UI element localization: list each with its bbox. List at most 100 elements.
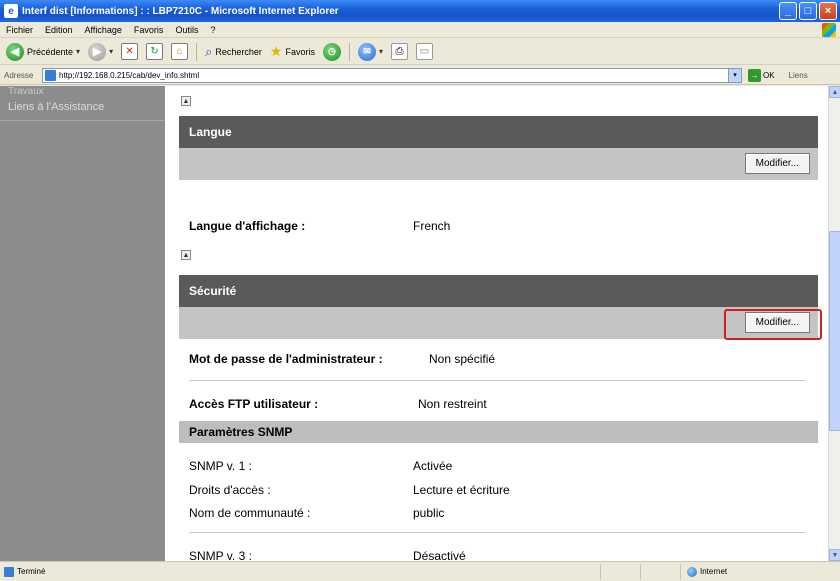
scroll-down-icon[interactable]: ▼ (829, 549, 840, 561)
row-value-admin-password: Non spécifié (429, 352, 496, 366)
toolbar-separator (196, 42, 198, 61)
section-title-securite: Sécurité (189, 284, 237, 298)
forward-dropdown-icon[interactable]: ▾ (109, 47, 113, 56)
back-button[interactable]: ◀ Précédente ▾ (4, 41, 82, 63)
section-toolbar-langue: Modifier... (179, 148, 818, 180)
address-dropdown-icon[interactable]: ▾ (728, 68, 741, 82)
print-button[interactable]: ⎙ (389, 41, 410, 63)
menu-fichier[interactable]: Fichier (6, 25, 33, 35)
go-arrow-icon: → (748, 68, 761, 82)
address-input[interactable]: http://192.168.0.215/cab/dev_info.shtml … (42, 67, 742, 83)
row-value-display-language: French (413, 219, 451, 233)
favorites-icon: ★ (269, 43, 283, 59)
section-header-securite: Sécurité (179, 275, 818, 307)
history-icon: ◷ (322, 42, 341, 61)
minimize-button[interactable]: _ (779, 2, 797, 20)
zone-label: Internet (700, 567, 728, 576)
mail-dropdown-icon[interactable]: ▾ (379, 47, 383, 56)
main-content: ▲ Langue Modifier... Langue d'affichage … (165, 86, 828, 561)
go-label: OK (763, 70, 775, 80)
search-label: Rechercher (215, 46, 262, 57)
row-divider-2 (189, 532, 806, 533)
section-header-langue: Langue (179, 116, 818, 148)
row-value-ftp-access: Non restreint (418, 397, 487, 411)
page-top-icon[interactable]: ▲ (181, 96, 191, 106)
home-button[interactable]: ⌂ (169, 41, 190, 63)
row-label-ftp-access: Accès FTP utilisateur : (189, 397, 319, 411)
toolbar: ◀ Précédente ▾ ▶ ▾ ✕ ↻ ⌂ ⌕ Rechercher ★ … (0, 39, 840, 65)
scroll-up-icon[interactable]: ▲ (829, 86, 840, 98)
favorites-label: Favoris (285, 46, 315, 57)
search-button[interactable]: ⌕ Rechercher (203, 41, 264, 63)
row-divider (189, 380, 806, 381)
menu-help[interactable]: ? (210, 25, 215, 35)
row-value-snmp-v3: Désactivé (413, 549, 466, 561)
forward-icon: ▶ (88, 42, 107, 61)
mail-button[interactable]: ✉ ▾ (356, 41, 385, 63)
print-icon: ⎙ (390, 43, 408, 60)
back-icon: ◀ (6, 42, 24, 61)
section-toolbar-securite: Modifier... (179, 307, 818, 339)
nav-item-liens-assistance[interactable]: Liens à l'Assistance (0, 101, 104, 113)
scroll-thumb[interactable] (829, 231, 840, 431)
stop-button[interactable]: ✕ (119, 41, 140, 63)
row-label-community-name: Nom de communauté : (189, 506, 311, 520)
edit-icon: ▭ (415, 43, 433, 60)
menu-outils[interactable]: Outils (175, 25, 198, 35)
back-dropdown-icon[interactable]: ▾ (76, 47, 80, 56)
favorites-button[interactable]: ★ Favoris (268, 41, 317, 63)
highlight-frame (724, 309, 822, 340)
address-bar: Adresse http://192.168.0.215/cab/dev_inf… (0, 66, 840, 85)
snmp-subheader-title: Paramètres SNMP (189, 425, 293, 439)
page-top-icon-2[interactable]: ▲ (181, 250, 191, 260)
snmp-subheader: Paramètres SNMP (179, 421, 818, 443)
title-bar: e Interf dist [Informations] : : LBP7210… (0, 0, 840, 22)
modify-language-button[interactable]: Modifier... (744, 153, 810, 174)
go-button[interactable]: → OK (748, 68, 775, 82)
menu-edition[interactable]: Edition (45, 25, 73, 35)
page-viewport: Travaux Liens à l'Assistance ▲ Langue Mo… (0, 86, 840, 561)
edit-button[interactable]: ▭ (414, 41, 435, 63)
stop-icon: ✕ (121, 43, 139, 60)
status-cell (600, 563, 640, 580)
status-bar: Terminé Internet (0, 561, 840, 581)
row-label-snmp-v1: SNMP v. 1 : (189, 459, 252, 473)
back-label: Précédente (27, 46, 74, 57)
home-icon: ⌂ (171, 43, 189, 60)
close-button[interactable]: × (819, 2, 837, 20)
menu-favoris[interactable]: Favoris (134, 25, 164, 35)
menu-affichage[interactable]: Affichage (85, 25, 122, 35)
address-url: http://192.168.0.215/cab/dev_info.shtml (59, 70, 200, 80)
left-nav: Travaux Liens à l'Assistance (0, 86, 165, 561)
maximize-button[interactable]: □ (799, 2, 817, 20)
status-left: Terminé (0, 566, 600, 577)
address-label: Adresse (4, 70, 34, 80)
row-value-access-rights: Lecture et écriture (413, 483, 510, 497)
windows-logo-icon (822, 23, 836, 37)
menu-bar: Fichier Edition Affichage Favoris Outils… (0, 22, 840, 38)
row-label-snmp-v3: SNMP v. 3 : (189, 549, 252, 561)
row-value-community-name: public (413, 506, 445, 520)
status-text: Terminé (17, 567, 46, 576)
forward-button[interactable]: ▶ ▾ (86, 41, 115, 63)
row-label-admin-password: Mot de passe de l'administrateur : (189, 352, 383, 366)
security-zone: Internet (680, 563, 820, 580)
window-controls: _ □ × (779, 2, 837, 20)
search-icon: ⌕ (205, 43, 213, 59)
page-icon (45, 69, 56, 81)
status-cell-2 (640, 563, 680, 580)
history-button[interactable]: ◷ (321, 41, 343, 63)
toolbar-separator-2 (348, 42, 350, 61)
refresh-icon: ↻ (146, 43, 164, 60)
vertical-scrollbar[interactable]: ▲ ▼ (828, 86, 840, 561)
section-title-langue: Langue (189, 125, 232, 139)
globe-icon (687, 566, 697, 577)
nav-item-travaux[interactable]: Travaux (0, 86, 44, 97)
links-label[interactable]: Liens (789, 71, 808, 80)
row-value-snmp-v1: Activée (413, 459, 453, 473)
refresh-button[interactable]: ↻ (144, 41, 165, 63)
mail-icon: ✉ (357, 42, 376, 61)
row-label-display-language: Langue d'affichage : (189, 219, 306, 233)
row-label-access-rights: Droits d'accès : (189, 483, 271, 497)
window-title: Interf dist [Informations] : : LBP7210C … (22, 5, 339, 17)
